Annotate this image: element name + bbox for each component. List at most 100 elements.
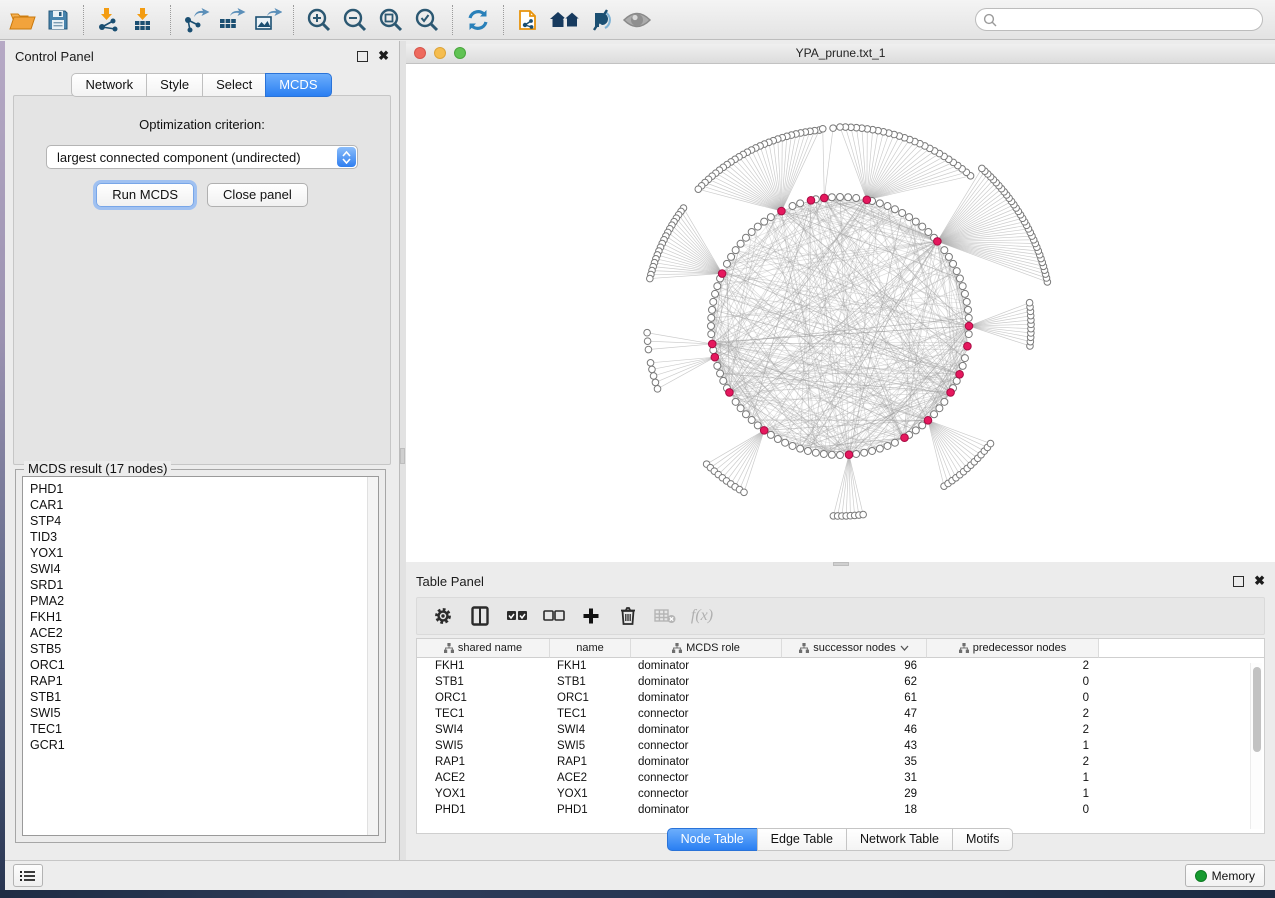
show-graphics-button[interactable] xyxy=(621,4,653,36)
column-name[interactable]: name xyxy=(550,639,631,658)
network-node[interactable] xyxy=(936,405,943,412)
network-node[interactable] xyxy=(953,268,960,275)
network-node[interactable] xyxy=(912,427,919,434)
network-node[interactable] xyxy=(891,439,898,446)
tab-mcds[interactable]: MCDS xyxy=(265,73,331,97)
network-node[interactable] xyxy=(925,228,932,235)
network-node[interactable] xyxy=(720,377,727,384)
memory-button[interactable]: Memory xyxy=(1185,864,1265,887)
network-node[interactable] xyxy=(728,253,735,260)
mcds-dominator-node[interactable] xyxy=(901,434,909,442)
network-node[interactable] xyxy=(956,275,963,282)
column-layout-button[interactable] xyxy=(466,602,494,630)
network-node[interactable] xyxy=(837,194,844,201)
list-item[interactable]: TEC1 xyxy=(30,721,378,737)
mcds-dominator-node[interactable] xyxy=(964,342,972,350)
network-node[interactable] xyxy=(797,445,804,452)
leaf-node[interactable] xyxy=(979,165,986,172)
network-node[interactable] xyxy=(861,449,868,456)
network-node[interactable] xyxy=(963,298,970,305)
network-node[interactable] xyxy=(828,451,835,458)
leaf-node[interactable] xyxy=(695,186,702,193)
tab-network-table[interactable]: Network Table xyxy=(846,828,953,851)
leaf-node[interactable] xyxy=(650,373,657,380)
list-item[interactable]: GCR1 xyxy=(30,737,378,753)
network-node[interactable] xyxy=(891,206,898,213)
network-node[interactable] xyxy=(876,200,883,207)
float-panel-icon[interactable] xyxy=(1233,576,1244,587)
mcds-dominator-node[interactable] xyxy=(863,196,871,204)
network-node[interactable] xyxy=(965,331,972,338)
leaf-node[interactable] xyxy=(654,386,661,393)
window-zoom-button[interactable] xyxy=(454,47,466,59)
network-node[interactable] xyxy=(965,314,972,321)
close-panel-icon[interactable]: ✖ xyxy=(378,51,389,61)
network-node[interactable] xyxy=(714,283,721,290)
network-node[interactable] xyxy=(941,247,948,254)
network-node[interactable] xyxy=(789,442,796,449)
network-node[interactable] xyxy=(876,445,883,452)
mcds-dominator-node[interactable] xyxy=(711,353,719,361)
list-item[interactable]: YOX1 xyxy=(30,545,378,561)
network-node[interactable] xyxy=(742,234,749,241)
network-node[interactable] xyxy=(853,450,860,457)
network-node[interactable] xyxy=(931,411,938,418)
mcds-dominator-node[interactable] xyxy=(965,322,973,330)
network-node[interactable] xyxy=(767,214,774,221)
network-node[interactable] xyxy=(748,417,755,424)
import-network-button[interactable] xyxy=(93,4,125,36)
leaf-node[interactable] xyxy=(860,511,867,518)
refresh-button[interactable] xyxy=(462,4,494,36)
list-item[interactable]: RAP1 xyxy=(30,673,378,689)
network-node[interactable] xyxy=(797,200,804,207)
mcds-dominator-node[interactable] xyxy=(820,194,828,202)
list-item[interactable]: SRD1 xyxy=(30,577,378,593)
mcds-dominator-node[interactable] xyxy=(924,417,932,425)
network-node[interactable] xyxy=(945,253,952,260)
export-network-button[interactable] xyxy=(180,4,212,36)
network-node[interactable] xyxy=(906,214,913,221)
tab-select[interactable]: Select xyxy=(202,73,266,97)
network-node[interactable] xyxy=(742,411,749,418)
table-row[interactable]: RAP1RAP1dominator352 xyxy=(417,754,1264,770)
list-item[interactable]: ACE2 xyxy=(30,625,378,641)
mcds-dominator-node[interactable] xyxy=(778,207,786,215)
list-item[interactable]: ORC1 xyxy=(30,657,378,673)
network-graph[interactable] xyxy=(406,64,1275,562)
mcds-dominator-node[interactable] xyxy=(845,451,853,459)
home-button[interactable] xyxy=(549,4,581,36)
window-close-button[interactable] xyxy=(414,47,426,59)
network-node[interactable] xyxy=(723,260,730,267)
leaf-node[interactable] xyxy=(647,360,654,367)
network-node[interactable] xyxy=(748,228,755,235)
network-node[interactable] xyxy=(828,194,835,201)
delete-row-button[interactable] xyxy=(614,602,642,630)
network-node[interactable] xyxy=(941,398,948,405)
column-mcds-role[interactable]: MCDS role xyxy=(631,639,782,658)
network-node[interactable] xyxy=(845,194,852,201)
leaf-node[interactable] xyxy=(837,124,844,131)
list-item[interactable]: SWI5 xyxy=(30,705,378,721)
network-node[interactable] xyxy=(732,398,739,405)
column-successor-nodes[interactable]: successor nodes xyxy=(782,639,927,658)
network-node[interactable] xyxy=(710,298,717,305)
table-row[interactable]: SWI5SWI5connector431 xyxy=(417,738,1264,754)
leaf-node[interactable] xyxy=(644,329,651,336)
import-table-button[interactable] xyxy=(129,4,161,36)
network-node[interactable] xyxy=(709,306,716,313)
network-node[interactable] xyxy=(961,355,968,362)
network-node[interactable] xyxy=(712,290,719,297)
network-node[interactable] xyxy=(767,431,774,438)
leaf-node[interactable] xyxy=(987,440,994,447)
network-node[interactable] xyxy=(708,323,715,330)
network-node[interactable] xyxy=(869,447,876,454)
list-item[interactable]: STB1 xyxy=(30,689,378,705)
close-panel-icon[interactable]: ✖ xyxy=(1254,576,1265,586)
network-node[interactable] xyxy=(789,203,796,210)
network-node[interactable] xyxy=(717,370,724,377)
network-node[interactable] xyxy=(884,203,891,210)
network-node[interactable] xyxy=(737,405,744,412)
table-row[interactable]: YOX1YOX1connector291 xyxy=(417,786,1264,802)
table-row[interactable]: TEC1TEC1connector472 xyxy=(417,706,1264,722)
list-item[interactable]: PHD1 xyxy=(30,481,378,497)
